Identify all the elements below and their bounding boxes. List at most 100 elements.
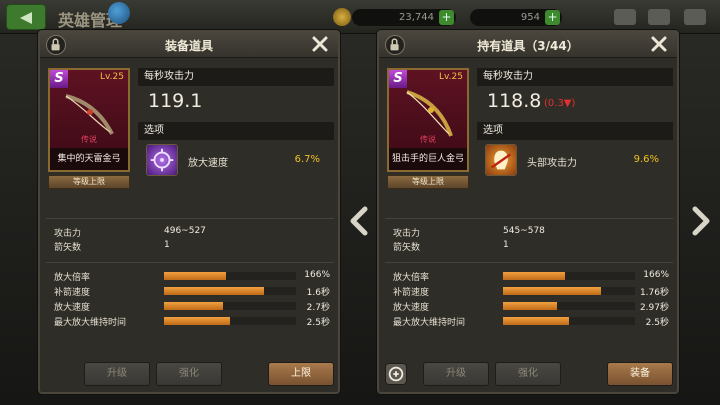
upgrade-button[interactable]: 升级	[423, 362, 489, 386]
item-grade: 传说	[81, 135, 97, 144]
item-name: 狙击手的巨人金弓	[389, 148, 467, 170]
bar-value: 166%	[643, 270, 669, 280]
stat-value: 496~527	[164, 226, 206, 236]
panel-header: 装备道具	[40, 32, 338, 58]
stat-value: 1	[503, 240, 509, 250]
stat-bar	[503, 287, 635, 295]
item-level: Lv.25	[439, 72, 463, 82]
mail-icon[interactable]	[614, 9, 636, 25]
item-card[interactable]: S Lv.25 传说 狙击手的巨人金弓	[387, 68, 469, 172]
bar-value: 2.5秒	[645, 318, 669, 328]
bar-label: 最大放大维持时间	[393, 318, 466, 328]
dps-value: 119.1	[148, 90, 203, 112]
zoom-speed-icon	[146, 144, 178, 176]
stat-bar-fill	[503, 272, 566, 280]
chevron-right-icon[interactable]	[690, 206, 712, 236]
stat-label: 攻击力	[54, 229, 82, 239]
level-limit-button[interactable]: 等级上限	[387, 175, 469, 189]
bar-label: 放大速度	[393, 303, 430, 313]
bar-label: 放大速度	[54, 303, 91, 313]
bar-label: 最大放大维持时间	[54, 318, 127, 328]
stat-label: 箭矢数	[54, 243, 82, 253]
rarity-badge: S	[389, 70, 407, 88]
gem-amount: 954	[520, 12, 540, 23]
panel-title: 持有道具（3/44）	[477, 39, 579, 53]
bar-value: 2.7秒	[306, 303, 330, 313]
gold-coin-icon	[333, 8, 351, 26]
back-button[interactable]	[6, 4, 46, 30]
stat-bar	[164, 272, 296, 280]
gem-counter: 954 +	[470, 9, 562, 26]
chat-icon[interactable]	[648, 9, 670, 25]
stat-bar-fill	[503, 302, 558, 310]
option-value: 6.7%	[294, 154, 320, 165]
bar-value: 1.76秒	[639, 288, 669, 298]
stat-bar-fill	[164, 302, 224, 310]
bar-label: 放大倍率	[393, 273, 430, 283]
bar-value: 1.6秒	[306, 288, 330, 298]
level-cap-button[interactable]: 上限	[268, 362, 334, 386]
profile-icon[interactable]	[108, 2, 130, 24]
dps-value: 118.8	[487, 90, 542, 112]
option-label: 选项	[138, 122, 334, 140]
chevron-left-icon[interactable]	[348, 206, 370, 236]
panel-title: 装备道具	[164, 39, 213, 53]
panel-header: 持有道具（3/44）	[379, 32, 677, 58]
bar-value: 166%	[304, 270, 330, 280]
stat-label: 箭矢数	[393, 243, 421, 253]
equipped-item-panel: 装备道具 S Lv.25 传说 集中的天雷金弓 等级上限 每秒攻击力 119.1…	[38, 30, 340, 394]
divider	[385, 262, 673, 263]
bar-label: 放大倍率	[54, 273, 91, 283]
add-gold-button[interactable]: +	[439, 10, 454, 25]
stat-bar	[164, 317, 296, 325]
menu-collapse-icon[interactable]	[684, 9, 706, 25]
stat-bar-fill	[503, 287, 601, 295]
enhance-button[interactable]: 强化	[156, 362, 222, 386]
enhance-button[interactable]: 强化	[495, 362, 561, 386]
add-gem-button[interactable]: +	[545, 10, 560, 25]
close-icon[interactable]	[649, 34, 669, 54]
stat-bar-fill	[164, 287, 265, 295]
stat-bar	[164, 287, 296, 295]
rarity-badge: S	[50, 70, 68, 88]
dps-difference: (0.3▼)	[544, 98, 576, 109]
equip-button[interactable]: 装备	[607, 362, 673, 386]
stat-label: 攻击力	[393, 229, 421, 239]
option-name: 放大速度	[188, 158, 228, 169]
item-level: Lv.25	[100, 72, 124, 82]
divider	[46, 262, 334, 263]
gold-counter: 23,744 +	[352, 9, 456, 26]
stat-bar-fill	[164, 317, 230, 325]
top-bar: 英雄管理 23,744 + 954 +	[0, 0, 720, 34]
close-icon[interactable]	[310, 34, 330, 54]
stat-bar	[503, 317, 635, 325]
option-label: 选项	[477, 122, 673, 140]
bar-label: 补箭速度	[54, 288, 91, 298]
dps-label: 每秒攻击力	[477, 68, 673, 86]
divider	[385, 218, 673, 219]
item-card[interactable]: S Lv.25 传说 集中的天雷金弓	[48, 68, 130, 172]
sell-icon[interactable]	[385, 363, 407, 385]
stat-bar-fill	[164, 272, 227, 280]
dps-label: 每秒攻击力	[138, 68, 334, 86]
stat-value: 545~578	[503, 226, 545, 236]
bow-icon	[399, 88, 459, 138]
screen: 英雄管理 23,744 + 954 + 装备道具 S Lv.25 传说 集中的天…	[0, 0, 720, 405]
bar-label: 补箭速度	[393, 288, 430, 298]
bar-value: 2.97秒	[639, 303, 669, 313]
bow-icon	[60, 88, 120, 138]
option-value: 9.6%	[633, 154, 659, 165]
level-limit-button[interactable]: 等级上限	[48, 175, 130, 189]
item-grade: 传说	[420, 135, 436, 144]
stat-bar	[503, 272, 635, 280]
stat-value: 1	[164, 240, 170, 250]
stat-bar	[503, 302, 635, 310]
divider	[46, 218, 334, 219]
owned-item-panel: 持有道具（3/44） S Lv.25 传说 狙击手的巨人金弓 等级上限 每秒攻击…	[377, 30, 679, 394]
option-name: 头部攻击力	[527, 158, 577, 169]
gold-amount: 23,744	[399, 12, 434, 23]
bar-value: 2.5秒	[306, 318, 330, 328]
stat-bar	[164, 302, 296, 310]
upgrade-button[interactable]: 升级	[84, 362, 150, 386]
head-attack-icon	[485, 144, 517, 176]
